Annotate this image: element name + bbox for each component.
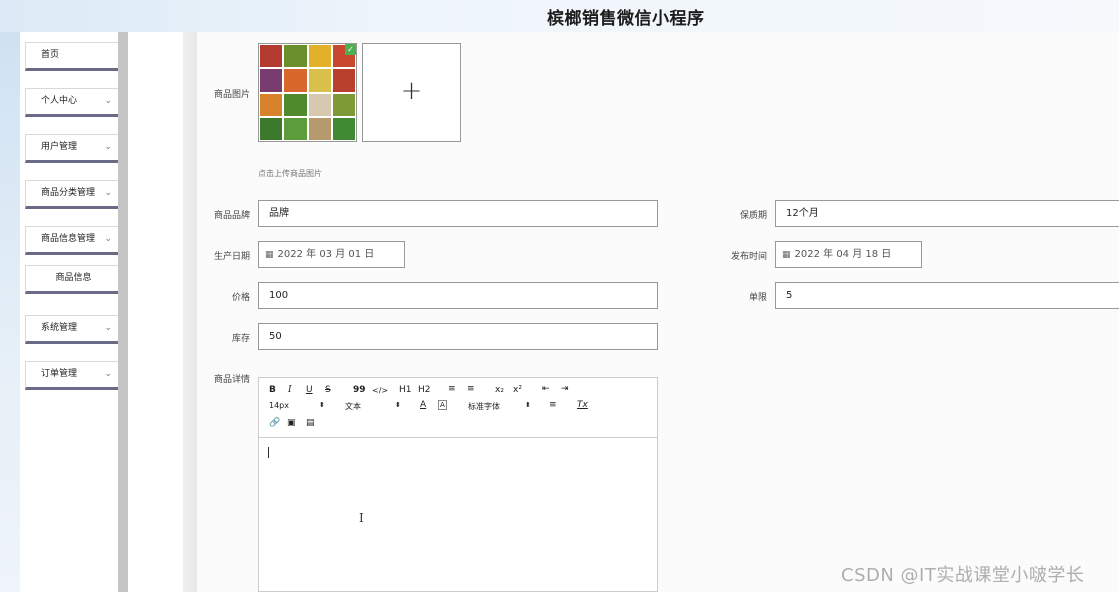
- h1-button[interactable]: H1: [399, 385, 412, 395]
- chevron-down-icon: ⌄: [104, 234, 112, 244]
- sidebar-item-product-management[interactable]: 商品信息管理 ⌄: [25, 226, 124, 255]
- bold-button[interactable]: B: [269, 385, 276, 395]
- background-color-button[interactable]: A: [438, 400, 447, 410]
- align-button[interactable]: ≡: [549, 400, 557, 410]
- image-upload-button[interactable]: +: [362, 43, 461, 142]
- content-edge: [183, 32, 197, 592]
- sidebar-subitem-product-info[interactable]: 商品信息: [25, 265, 124, 294]
- italic-button[interactable]: I: [288, 385, 292, 395]
- sidebar-item-label: 系统管理: [41, 323, 78, 333]
- chevron-down-icon: ⌄: [104, 142, 112, 152]
- sidebar: 首页 个人中心 ⌄ 用户管理 ⌄ 商品分类管理 ⌄ 商品信息管理 ⌄ 商品信息 …: [20, 32, 124, 592]
- link-icon[interactable]: 🔗: [269, 418, 280, 428]
- font-color-button[interactable]: A: [420, 400, 426, 410]
- superscript-button[interactable]: x²: [513, 385, 522, 395]
- sidebar-item-system-management[interactable]: 系统管理 ⌄: [25, 315, 124, 344]
- image-icon[interactable]: ▣: [287, 418, 296, 428]
- ibeam-cursor-icon: I: [359, 511, 364, 525]
- product-image-thumbnail[interactable]: [258, 43, 357, 142]
- editor-toolbar: B I U S 99 </> H1 H2 ≡ ≡ x₂ x² ⇤ ⇥ 14px …: [259, 378, 657, 438]
- sidebar-item-order-management[interactable]: 订单管理 ⌄: [25, 361, 124, 390]
- left-decor-strip: [0, 32, 20, 592]
- check-icon: ✓: [345, 44, 356, 55]
- chevron-updown-icon: ⬍: [395, 401, 401, 409]
- app-title: 槟榔销售微信小程序: [547, 9, 705, 29]
- price-input[interactable]: 100: [258, 282, 658, 309]
- production-date-label: 生产日期: [213, 252, 250, 262]
- detail-label: 商品详情: [213, 375, 250, 385]
- production-date-value: 2022 年 03 月 01 日: [277, 249, 375, 260]
- calendar-icon: ▦: [782, 250, 791, 260]
- strike-button[interactable]: S: [325, 385, 331, 395]
- chevron-down-icon: ⌄: [104, 96, 112, 106]
- limit-input[interactable]: 5: [775, 282, 1119, 309]
- sidebar-item-user-management[interactable]: 用户管理 ⌄: [25, 134, 124, 163]
- limit-label: 单限: [748, 293, 767, 303]
- font-family-select[interactable]: 标准字体: [468, 401, 500, 412]
- sidebar-item-label: 商品分类管理: [41, 188, 96, 198]
- underline-button[interactable]: U: [306, 385, 313, 395]
- sidebar-item-category-management[interactable]: 商品分类管理 ⌄: [25, 180, 124, 209]
- indent-button[interactable]: ⇥: [561, 384, 569, 394]
- content-gutter: [128, 32, 183, 592]
- sidebar-item-home[interactable]: 首页: [25, 42, 124, 71]
- sidebar-item-label: 个人中心: [41, 96, 78, 106]
- block-type-select[interactable]: 文本: [345, 401, 361, 412]
- chevron-down-icon: ⌄: [104, 188, 112, 198]
- release-time-picker[interactable]: ▦ 2022 年 04 月 18 日: [775, 241, 922, 268]
- image-upload-hint: 点击上传商品图片: [258, 169, 322, 178]
- outdent-button[interactable]: ⇤: [542, 384, 550, 394]
- sidebar-item-label: 首页: [41, 50, 60, 60]
- chevron-down-icon: ⌄: [104, 369, 112, 379]
- sidebar-item-label: 商品信息: [55, 273, 92, 283]
- chevron-updown-icon: ⬍: [319, 401, 325, 409]
- editor-content-area[interactable]: I: [259, 439, 657, 591]
- stock-input[interactable]: 50: [258, 323, 658, 350]
- release-time-value: 2022 年 04 月 18 日: [794, 249, 892, 260]
- ordered-list-button[interactable]: ≡: [448, 384, 456, 394]
- font-size-select[interactable]: 14px: [269, 401, 289, 410]
- chevron-down-icon: ⌄: [104, 323, 112, 333]
- subscript-button[interactable]: x₂: [495, 385, 504, 395]
- calendar-icon: ▦: [265, 250, 274, 260]
- chevron-updown-icon: ⬍: [525, 401, 531, 409]
- h2-button[interactable]: H2: [418, 385, 431, 395]
- blockquote-button[interactable]: 99: [353, 385, 366, 395]
- clear-format-button[interactable]: Tx: [577, 400, 588, 410]
- shelf-life-label: 保质期: [739, 211, 767, 221]
- watermark: CSDN @IT实战课堂小啵学长: [841, 565, 1085, 586]
- code-button[interactable]: </>: [372, 386, 388, 395]
- sidebar-item-label: 商品信息管理: [41, 234, 96, 244]
- release-time-label: 发布时间: [730, 252, 767, 262]
- price-label: 价格: [231, 293, 250, 303]
- app-header: 槟榔销售微信小程序: [0, 0, 1119, 32]
- text-caret: [268, 447, 269, 458]
- rich-text-editor: B I U S 99 </> H1 H2 ≡ ≡ x₂ x² ⇤ ⇥ 14px …: [258, 377, 658, 592]
- plus-icon: +: [400, 76, 423, 106]
- brand-label: 商品品牌: [213, 211, 250, 221]
- sidebar-item-personal-center[interactable]: 个人中心 ⌄: [25, 88, 124, 117]
- bullet-list-button[interactable]: ≡: [467, 384, 475, 394]
- shelf-life-input[interactable]: 12个月: [775, 200, 1119, 227]
- production-date-picker[interactable]: ▦ 2022 年 03 月 01 日: [258, 241, 405, 268]
- sidebar-item-label: 用户管理: [41, 142, 78, 152]
- video-icon[interactable]: ▤: [306, 418, 315, 428]
- sidebar-divider: [118, 32, 128, 592]
- stock-label: 库存: [231, 334, 250, 344]
- brand-input[interactable]: 品牌: [258, 200, 658, 227]
- sidebar-item-label: 订单管理: [41, 369, 78, 379]
- image-label: 商品图片: [213, 90, 250, 100]
